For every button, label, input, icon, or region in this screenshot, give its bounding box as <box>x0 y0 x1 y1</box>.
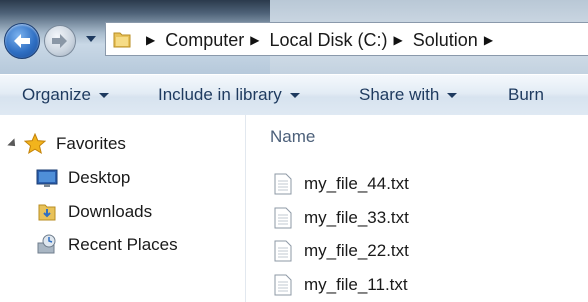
include-in-library-label: Include in library <box>158 85 282 104</box>
sidebar-item-label: Desktop <box>68 168 131 187</box>
breadcrumb-solution[interactable]: Solution <box>413 30 478 51</box>
breadcrumb-computer[interactable]: Computer <box>165 30 244 51</box>
navigation-pane: Favorites Desktop Downloads Recent Place… <box>0 115 246 302</box>
sidebar-item-label: Recent Places <box>68 235 178 254</box>
star-icon <box>24 133 46 155</box>
downloads-folder-icon <box>38 204 56 221</box>
sidebar-item-desktop[interactable]: Desktop <box>36 167 130 189</box>
include-in-library-button[interactable]: Include in library <box>158 75 300 115</box>
forward-arrow-icon <box>52 34 67 48</box>
organize-button[interactable]: Organize <box>22 75 109 115</box>
back-arrow-icon <box>14 34 30 48</box>
file-name: my_file_33.txt <box>304 208 409 227</box>
breadcrumb-local-disk[interactable]: Local Disk (C:) <box>270 30 388 51</box>
breadcrumb-separator-icon[interactable]: ▶ <box>484 33 493 47</box>
sidebar-item-label: Downloads <box>68 202 153 221</box>
share-with-label: Share with <box>359 85 440 104</box>
text-file-icon <box>274 240 292 262</box>
back-button[interactable] <box>4 23 40 59</box>
breadcrumb: ▶ Computer ▶ Local Disk (C:) ▶ Solution … <box>140 23 503 57</box>
file-name: my_file_22.txt <box>304 241 409 260</box>
sidebar-item-recent-places[interactable]: Recent Places <box>36 234 178 256</box>
recent-places-icon <box>37 234 56 254</box>
file-list-pane: Name my_file_44.txt my_file_33.txt my_fi… <box>246 115 588 302</box>
column-header-name[interactable]: Name <box>270 127 315 147</box>
sidebar-item-label: Favorites <box>56 134 126 153</box>
chevron-down-icon <box>289 92 300 98</box>
burn-button[interactable]: Burn <box>508 75 544 115</box>
burn-label: Burn <box>508 85 544 104</box>
folder-icon <box>113 32 131 48</box>
file-name: my_file_44.txt <box>304 174 409 193</box>
sidebar-item-downloads[interactable]: Downloads <box>36 201 152 223</box>
command-toolbar: Organize Include in library Share with B… <box>0 74 588 116</box>
forward-button[interactable] <box>44 25 76 57</box>
share-with-button[interactable]: Share with <box>359 75 458 115</box>
text-file-icon <box>274 274 292 296</box>
address-bar[interactable]: ▶ Computer ▶ Local Disk (C:) ▶ Solution … <box>105 22 588 56</box>
breadcrumb-separator-icon[interactable]: ▶ <box>394 33 403 47</box>
list-item[interactable]: my_file_22.txt <box>274 240 409 262</box>
text-file-icon <box>274 207 292 229</box>
breadcrumb-separator-icon[interactable]: ▶ <box>146 33 155 47</box>
file-name: my_file_11.txt <box>304 275 408 294</box>
organize-label: Organize <box>22 85 91 104</box>
sidebar-item-favorites[interactable]: Favorites <box>7 133 126 155</box>
address-region: ▶ Computer ▶ Local Disk (C:) ▶ Solution … <box>0 0 588 74</box>
chevron-down-icon <box>98 92 109 98</box>
chevron-down-icon[interactable] <box>86 36 96 44</box>
text-file-icon <box>274 173 292 195</box>
breadcrumb-separator-icon[interactable]: ▶ <box>250 33 259 47</box>
desktop-icon <box>36 169 58 187</box>
chevron-down-icon <box>447 92 458 98</box>
list-item[interactable]: my_file_11.txt <box>274 274 408 296</box>
list-item[interactable]: my_file_44.txt <box>274 173 409 195</box>
expander-icon[interactable] <box>7 138 19 150</box>
list-item[interactable]: my_file_33.txt <box>274 207 409 229</box>
